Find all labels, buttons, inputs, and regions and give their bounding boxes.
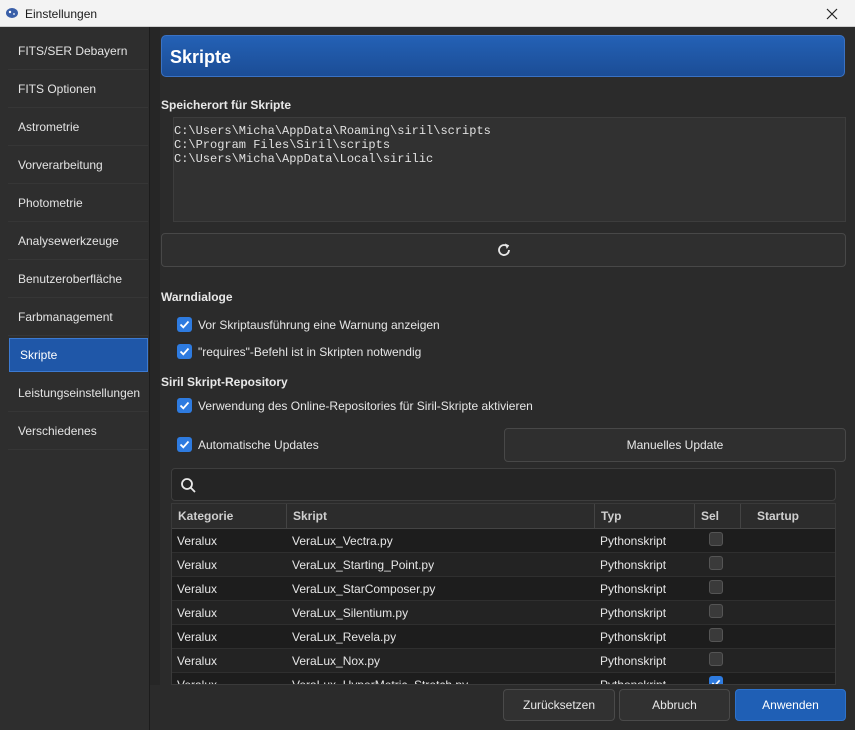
cell-sel (695, 673, 741, 684)
script-path-line: C:\Program Files\Siril\scripts (174, 138, 391, 152)
sidebar-item-leistungseinstellungen[interactable]: Leistungseinstellungen (8, 374, 148, 412)
cell-sel (695, 529, 741, 553)
warn-before-script-checkbox[interactable]: Vor Skriptausführung eine Warnung anzeig… (177, 317, 440, 332)
table-row[interactable]: Veralux VeraLux_Starting_Point.py Pythonsk… (172, 553, 835, 577)
select-checkbox[interactable] (709, 604, 723, 618)
cell-kategorie: Veralux (177, 582, 218, 596)
script-search-input[interactable] (171, 468, 836, 501)
cell-kategorie: Veralux (177, 630, 218, 644)
sidebar-item-photometrie[interactable]: Photometrie (8, 184, 148, 222)
script-path-line: C:\Users\Micha\AppData\Roaming\siril\scr… (174, 124, 491, 138)
cell-typ: Pythonskript (600, 654, 667, 668)
column-header-kategorie[interactable]: Kategorie (172, 504, 287, 529)
checkbox-checked-icon (177, 317, 192, 332)
cell-sel (695, 553, 741, 577)
title-bar: Einstellungen (0, 0, 855, 27)
repo-section-label: Siril Skript-Repository (161, 375, 288, 389)
cell-skript: VeraLux_Starting_Point.py (292, 558, 435, 572)
select-checkbox[interactable] (709, 676, 723, 684)
table-row[interactable]: Veralux VeraLux_Nox.py Pythonskript (172, 649, 835, 673)
manual-update-button[interactable]: Manuelles Update (504, 428, 846, 462)
page-title: Skripte (170, 47, 232, 67)
cell-skript: VeraLux_HyperMetric_Stretch.py (292, 678, 469, 685)
checkbox-label: "requires"-Befehl ist in Skripten notwen… (198, 344, 422, 359)
select-checkbox[interactable] (709, 580, 723, 594)
sidebar-item-fits-ser-debayern[interactable]: FITS/SER Debayern (8, 32, 148, 70)
column-header-typ[interactable]: Typ (595, 504, 695, 529)
sidebar-item-fits-optionen[interactable]: FITS Optionen (8, 70, 148, 108)
cell-typ: Pythonskript (600, 534, 667, 548)
scripts-table: Kategorie Skript Typ Sel Startup Veralux… (171, 503, 836, 685)
checkbox-checked-icon (177, 437, 192, 452)
sidebar-item-verschiedenes[interactable]: Verschiedenes (8, 412, 148, 450)
apply-button[interactable]: Anwenden (735, 689, 846, 721)
cell-typ: Pythonskript (600, 558, 667, 572)
table-row[interactable]: Veralux VeraLux_HyperMetric_Stretch.py Pyt… (172, 673, 835, 685)
select-checkbox[interactable] (709, 532, 723, 546)
sidebar-item-vorverarbeitung[interactable]: Vorverarbeitung (8, 146, 148, 184)
cell-sel (695, 649, 741, 673)
cell-skript: VeraLux_StarComposer.py (292, 582, 436, 596)
script-path-line: C:\Users\Micha\AppData\Local\sirilic (174, 152, 434, 166)
storage-section-label: Speicherort für Skripte (161, 98, 292, 112)
cell-kategorie: Veralux (177, 654, 218, 668)
sidebar-item-astrometrie[interactable]: Astrometrie (8, 108, 148, 146)
auto-updates-checkbox[interactable]: Automatische Updates (177, 437, 319, 452)
window-title: Einstellungen (25, 7, 98, 21)
checkbox-checked-icon (177, 398, 192, 413)
checkbox-label: Verwendung des Online-Repositories für S… (198, 398, 533, 413)
refresh-button[interactable] (161, 233, 846, 267)
sidebar-item-analysewerkzeuge[interactable]: Analysewerkzeuge (8, 222, 148, 260)
requires-command-checkbox[interactable]: "requires"-Befehl ist in Skripten notwen… (177, 344, 421, 359)
checkbox-checked-icon (177, 344, 192, 359)
table-row[interactable]: Veralux VeraLux_Revela.py Pythonskript (172, 625, 835, 649)
close-button[interactable] (809, 0, 855, 27)
script-paths-textarea[interactable]: C:\Users\Micha\AppData\Roaming\siril\scr… (173, 117, 846, 222)
table-row[interactable]: Veralux VeraLux_StarComposer.py Pythonskri… (172, 577, 835, 601)
cell-skript: VeraLux_Silentium.py (292, 606, 409, 620)
cell-skript: VeraLux_Nox.py (292, 654, 381, 668)
checkbox-label: Vor Skriptausführung eine Warnung anzeig… (198, 317, 440, 332)
search-icon (181, 478, 196, 493)
cell-sel (695, 601, 741, 625)
warn-section-label: Warndialoge (161, 290, 233, 304)
close-icon (826, 8, 838, 19)
select-checkbox[interactable] (709, 556, 723, 570)
sidebar-item-skripte[interactable]: Skripte (9, 338, 148, 372)
cell-sel (695, 625, 741, 649)
column-header-startup[interactable]: Startup (741, 504, 835, 529)
sidebar-item-farbmanagement[interactable]: Farbmanagement (8, 298, 148, 336)
cell-kategorie: Veralux (177, 606, 218, 620)
cell-typ: Pythonskript (600, 630, 667, 644)
refresh-icon (497, 243, 510, 256)
sidebar-item-benutzeroberflaeche[interactable]: Benutzeroberfläche (8, 260, 148, 298)
cell-typ: Pythonskript (600, 678, 667, 685)
table-row[interactable]: Veralux VeraLux_Silentium.py Pythonskript (172, 601, 835, 625)
select-checkbox[interactable] (709, 628, 723, 642)
select-checkbox[interactable] (709, 652, 723, 666)
cell-kategorie: Veralux (177, 678, 218, 685)
sidebar: FITS/SER Debayern FITS Optionen Astromet… (0, 27, 150, 730)
content-scroll-strip (150, 27, 160, 685)
cancel-button[interactable]: Abbruch (619, 689, 730, 721)
page-header: Skripte (161, 35, 845, 77)
checkbox-label: Automatische Updates (198, 437, 319, 452)
siril-icon (6, 8, 18, 18)
cell-typ: Pythonskript (600, 582, 667, 596)
cell-sel (695, 577, 741, 601)
reset-button[interactable]: Zurücksetzen (503, 689, 615, 721)
column-header-skript[interactable]: Skript (287, 504, 595, 529)
column-header-sel[interactable]: Sel (695, 504, 741, 529)
online-repo-checkbox[interactable]: Verwendung des Online-Repositories für S… (177, 398, 533, 413)
cell-skript: VeraLux_Vectra.py (292, 534, 393, 548)
cell-kategorie: Veralux (177, 534, 218, 548)
table-row[interactable]: Veralux VeraLux_Vectra.py Pythonskript (172, 529, 835, 553)
cell-skript: VeraLux_Revela.py (292, 630, 397, 644)
cell-kategorie: Veralux (177, 558, 218, 572)
table-header: Kategorie Skript Typ Sel Startup (172, 504, 835, 529)
cell-typ: Pythonskript (600, 606, 667, 620)
